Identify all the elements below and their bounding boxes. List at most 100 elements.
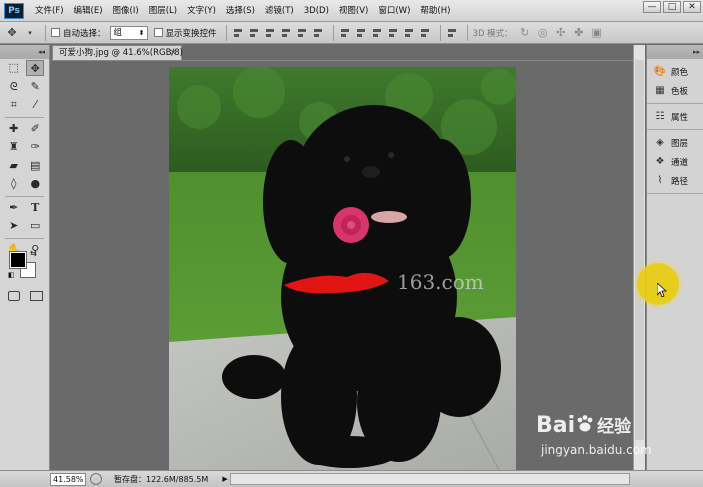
distribute-top-icon[interactable]	[339, 27, 352, 39]
panel-paths[interactable]: ⌇ 路径	[647, 171, 703, 190]
eraser-tool-icon[interactable]: ▰	[5, 158, 23, 174]
menu-3d[interactable]: 3D(D)	[299, 0, 334, 22]
divider	[225, 24, 227, 41]
3d-roll-icon[interactable]: ◎	[535, 26, 551, 40]
expand-panels-icon[interactable]: ▸▸	[647, 45, 703, 59]
menu-window[interactable]: 窗口(W)	[373, 0, 415, 22]
close-button[interactable]: ✕	[683, 1, 701, 13]
document-tab[interactable]: 可爱小狗.jpg @ 41.6%(RGB/8) ×	[52, 45, 183, 60]
move-tool-preset-icon[interactable]: ✥	[4, 26, 20, 40]
panel-properties[interactable]: ☷ 属性	[647, 107, 703, 126]
status-bar: 41.58% 暂存盘：122.6M/885.5M ▶	[0, 470, 703, 487]
menu-layer[interactable]: 图层(L)	[144, 0, 182, 22]
panel-swatches[interactable]: ▦ 色板	[647, 81, 703, 100]
watermark-logo-text: Bai	[536, 413, 576, 438]
horizontal-scrollbar[interactable]	[230, 473, 630, 485]
distribute-bottom-icon[interactable]	[371, 27, 384, 39]
quick-select-tool-icon[interactable]: ✎	[26, 79, 44, 95]
3d-mode-label: 3D 模式：	[472, 28, 513, 39]
menu-type[interactable]: 文字(Y)	[182, 0, 221, 22]
vertical-scrollbar[interactable]	[633, 45, 645, 470]
crop-tool-icon[interactable]: ⌗	[5, 97, 23, 113]
align-top-icon[interactable]	[232, 27, 245, 39]
panel-color[interactable]: 🎨 颜色	[647, 62, 703, 81]
status-menu-arrow-icon[interactable]: ▶	[222, 475, 227, 483]
collapse-arrows-icon[interactable]: ◂◂	[0, 45, 49, 59]
align-hcenter-icon[interactable]	[296, 27, 309, 39]
auto-align-icon[interactable]	[446, 27, 459, 39]
dog-photo-drawing: 163.com	[169, 67, 516, 470]
lasso-tool-icon[interactable]: ᘓ	[5, 79, 23, 95]
distribute-vcenter-icon[interactable]	[355, 27, 368, 39]
align-vcenter-icon[interactable]	[248, 27, 261, 39]
photoshop-window: Ps 文件(F) 编辑(E) 图像(I) 图层(L) 文字(Y) 选择(S) 滤…	[0, 0, 703, 487]
menu-image[interactable]: 图像(I)	[108, 0, 144, 22]
chevron-down-icon[interactable]: ▾	[22, 26, 38, 40]
maximize-button[interactable]: □	[663, 1, 681, 13]
panel-swatches-label: 色板	[671, 86, 689, 97]
history-brush-tool-icon[interactable]: ✑	[26, 139, 44, 155]
panel-channels-label: 通道	[671, 157, 689, 168]
blur-tool-icon[interactable]: ◊	[5, 176, 23, 192]
distribute-right-icon[interactable]	[419, 27, 432, 39]
divider	[332, 24, 334, 41]
scrollbar-thumb[interactable]	[635, 60, 644, 440]
brush-tool-icon[interactable]: ✐	[26, 121, 44, 137]
panel-channels[interactable]: ❖ 通道	[647, 152, 703, 171]
align-right-icon[interactable]	[312, 27, 325, 39]
menu-view[interactable]: 视图(V)	[334, 0, 373, 22]
3d-slide-icon[interactable]: ✤	[571, 26, 587, 40]
panel-layers[interactable]: ◈ 图层	[647, 133, 703, 152]
align-bottom-icon[interactable]	[264, 27, 277, 39]
quick-mask-icon[interactable]	[8, 291, 20, 301]
close-icon[interactable]: ×	[169, 46, 177, 60]
pen-tool-icon[interactable]: ✒	[5, 200, 23, 216]
3d-pan-icon[interactable]: ✣	[553, 26, 569, 40]
layers-icon: ◈	[656, 137, 664, 148]
foreground-color-swatch[interactable]	[9, 251, 27, 269]
window-controls: — □ ✕	[643, 1, 701, 13]
default-colors-icon[interactable]: ◧	[8, 271, 15, 279]
screen-mode-icon[interactable]	[30, 291, 43, 301]
show-transform-checkbox[interactable]	[153, 28, 163, 37]
menu-file[interactable]: 文件(F)	[30, 0, 69, 22]
dog-photo: 163.com	[169, 67, 516, 470]
distribute-left-icon[interactable]	[387, 27, 400, 39]
swap-colors-icon[interactable]: ⇆	[30, 249, 37, 258]
dodge-tool-icon[interactable]: ●	[26, 176, 44, 192]
healing-brush-tool-icon[interactable]: ✚	[5, 121, 23, 137]
eyedropper-tool-icon[interactable]: ⁄	[26, 97, 44, 113]
divider	[5, 237, 44, 239]
zoom-field[interactable]: 41.58%	[50, 472, 86, 486]
clone-stamp-tool-icon[interactable]: ♜	[5, 139, 23, 155]
marquee-tool-icon[interactable]: ⬚	[5, 60, 23, 76]
move-tool-icon[interactable]: ✥	[26, 60, 45, 77]
divider	[5, 195, 44, 197]
panel-paths-label: 路径	[671, 176, 689, 187]
paw-icon	[577, 415, 593, 432]
auto-select-value: 组	[113, 27, 123, 38]
document-tab-title: 可爱小狗.jpg @ 41.6%(RGB/8)	[59, 48, 183, 58]
rectangle-tool-icon[interactable]: ▭	[26, 218, 44, 234]
gradient-tool-icon[interactable]: ▤	[26, 158, 44, 174]
path-select-tool-icon[interactable]: ➤	[5, 218, 23, 234]
channels-icon: ❖	[655, 156, 665, 167]
auto-select-checkbox[interactable]	[51, 28, 60, 37]
minimize-button[interactable]: —	[643, 1, 661, 13]
auto-select-dropdown[interactable]: 组 ⬍	[109, 25, 148, 40]
3d-scale-icon[interactable]: ▣	[589, 26, 605, 40]
align-left-icon[interactable]	[280, 27, 293, 39]
menu-select[interactable]: 选择(S)	[221, 0, 260, 22]
type-tool-icon[interactable]: T	[26, 200, 44, 216]
status-info-icon[interactable]	[90, 473, 102, 485]
menu-edit[interactable]: 编辑(E)	[69, 0, 108, 22]
watermark-logo-suffix: 经验	[597, 417, 632, 437]
distribute-hcenter-icon[interactable]	[403, 27, 416, 39]
menu-filter[interactable]: 滤镜(T)	[260, 0, 299, 22]
document-canvas-area[interactable]: 163.com	[51, 60, 633, 470]
menu-help[interactable]: 帮助(H)	[415, 0, 455, 22]
mouse-cursor-icon	[657, 283, 667, 297]
paths-icon: ⌇	[657, 175, 663, 186]
photo-watermark-text: 163.com	[397, 270, 484, 294]
3d-rotate-icon[interactable]: ↻	[517, 26, 533, 40]
